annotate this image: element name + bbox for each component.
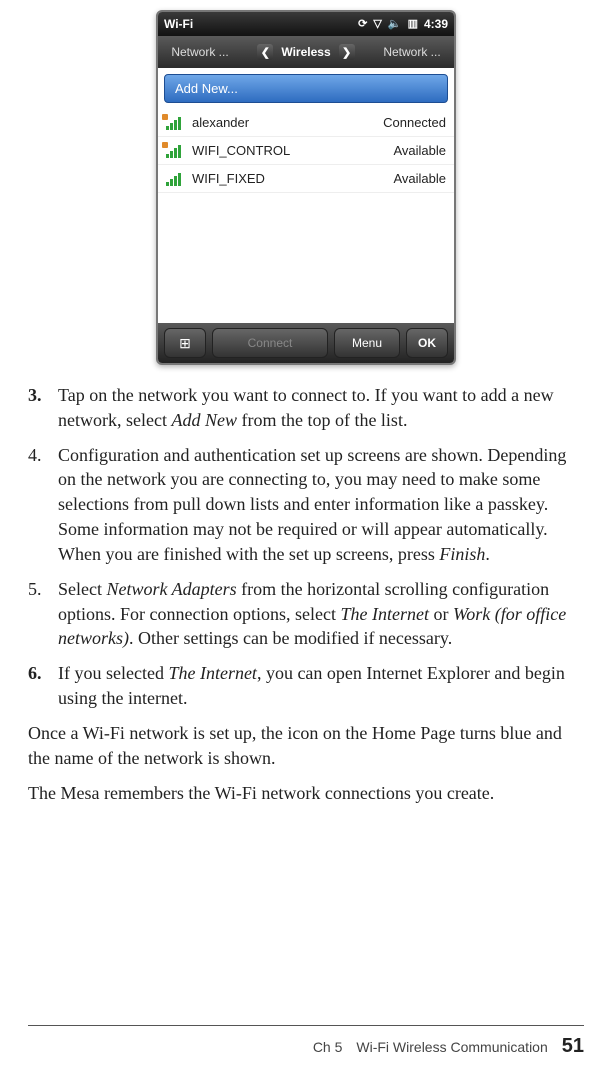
footer-title: Wi-Fi Wireless Communication	[356, 1039, 547, 1055]
network-name: alexander	[192, 115, 383, 130]
menu-button[interactable]: Menu	[334, 328, 400, 358]
step-body: Tap on the network you want to connect t…	[58, 383, 584, 433]
connect-button[interactable]: Connect	[212, 328, 328, 358]
step-4: 4. Configuration and authentication set …	[28, 443, 584, 567]
wifi-signal-icon	[166, 172, 184, 186]
chevron-left-icon[interactable]: ❮	[257, 44, 273, 60]
clock: 4:39	[424, 17, 448, 31]
phone-screenshot: Wi-Fi ⟳ ▽ 🔈 ▥ 4:39 Network ... ❮ Wireles…	[156, 10, 456, 365]
sync-icon: ⟳	[358, 19, 367, 30]
tab-center-label: Wireless	[281, 45, 330, 59]
windows-icon: ⊞	[179, 335, 191, 352]
app-title: Wi-Fi	[164, 17, 193, 31]
network-status: Available	[393, 143, 446, 158]
paragraph: Once a Wi-Fi network is set up, the icon…	[28, 721, 584, 771]
step-body: Select Network Adapters from the horizon…	[58, 577, 584, 651]
tab-bar[interactable]: Network ... ❮ Wireless ❯ Network ...	[158, 36, 454, 68]
status-bar: Wi-Fi ⟳ ▽ 🔈 ▥ 4:39	[158, 12, 454, 36]
add-new-button[interactable]: Add New...	[164, 74, 448, 103]
chevron-right-icon[interactable]: ❯	[339, 44, 355, 60]
network-row[interactable]: WIFI_CONTROL Available	[158, 137, 454, 165]
step-body: If you selected The Internet, you can op…	[58, 661, 584, 711]
status-icons: ⟳ ▽ 🔈 ▥	[358, 19, 418, 30]
network-status: Connected	[383, 115, 446, 130]
step-6: 6. If you selected The Internet, you can…	[28, 661, 584, 711]
instruction-list: 3. Tap on the network you want to connec…	[28, 383, 584, 711]
step-body: Configuration and authentication set up …	[58, 443, 584, 567]
step-number: 6.	[28, 661, 58, 711]
page-number: 51	[562, 1035, 584, 1058]
footer-rule	[28, 1025, 584, 1026]
paragraph: The Mesa remembers the Wi-Fi network con…	[28, 781, 584, 806]
step-number: 3.	[28, 383, 58, 433]
network-name: WIFI_CONTROL	[192, 143, 393, 158]
network-name: WIFI_FIXED	[192, 171, 393, 186]
signal-icon: ▽	[373, 19, 381, 30]
lock-icon	[162, 142, 168, 148]
battery-icon: ▥	[408, 19, 418, 30]
ok-button[interactable]: OK	[406, 328, 448, 358]
wifi-signal-icon	[166, 116, 184, 130]
tab-left-label[interactable]: Network ...	[158, 45, 242, 59]
bottom-bar: ⊞ Connect Menu OK	[158, 323, 454, 363]
wifi-signal-icon	[166, 144, 184, 158]
network-row[interactable]: WIFI_FIXED Available	[158, 165, 454, 193]
network-list: alexander Connected WIFI_CONTROL Availab…	[158, 109, 454, 193]
step-5: 5. Select Network Adapters from the hori…	[28, 577, 584, 651]
footer-chapter: Ch 5	[313, 1039, 343, 1055]
network-status: Available	[393, 171, 446, 186]
tab-right-label[interactable]: Network ...	[370, 45, 454, 59]
network-row[interactable]: alexander Connected	[158, 109, 454, 137]
page-footer: Ch 5 Wi-Fi Wireless Communication 51	[313, 1035, 584, 1058]
step-number: 4.	[28, 443, 58, 567]
volume-icon: 🔈	[388, 19, 402, 30]
step-number: 5.	[28, 577, 58, 651]
windows-button[interactable]: ⊞	[164, 328, 206, 358]
lock-icon	[162, 114, 168, 120]
step-3: 3. Tap on the network you want to connec…	[28, 383, 584, 433]
